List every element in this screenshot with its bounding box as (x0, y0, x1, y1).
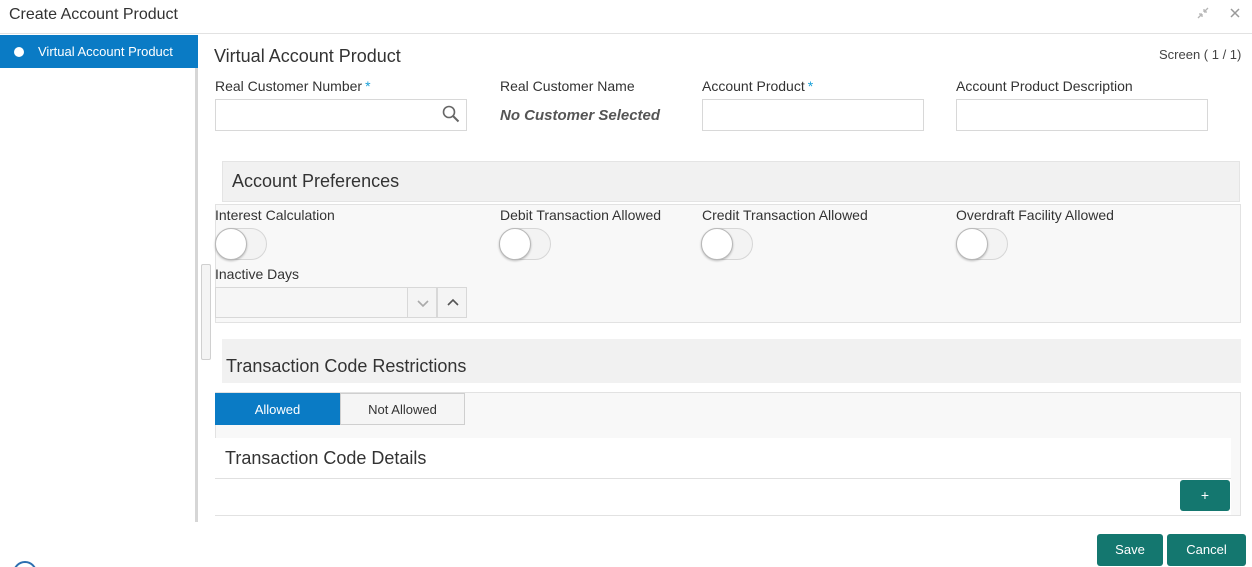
tab-allowed[interactable]: Allowed (215, 393, 340, 425)
debit-transaction-allowed-toggle[interactable] (499, 228, 551, 260)
screen-counter: Screen ( 1 / 1) (1159, 47, 1242, 62)
account-product-description-input[interactable] (956, 99, 1208, 131)
account-product-label-text: Account Product (702, 78, 805, 94)
chevron-up-icon[interactable] (437, 287, 467, 318)
inactive-days-input[interactable] (215, 287, 408, 318)
save-button[interactable]: Save (1097, 534, 1163, 566)
active-dot-icon (14, 47, 24, 57)
credit-transaction-allowed-label: Credit Transaction Allowed (702, 207, 868, 223)
window-titlebar: Create Account Product (0, 0, 1252, 34)
account-preferences-title: Account Preferences (232, 171, 400, 191)
toggle-knob (215, 228, 247, 260)
transaction-code-restrictions-title: Transaction Code Restrictions (226, 356, 467, 376)
sidebar: Virtual Account Product (0, 35, 198, 522)
overdraft-facility-allowed-label: Overdraft Facility Allowed (956, 207, 1114, 223)
account-product-label: Account Product * (702, 78, 813, 94)
real-customer-number-label-text: Real Customer Number (215, 78, 363, 94)
window-title: Create Account Product (9, 6, 178, 23)
real-customer-name-value: No Customer Selected (500, 107, 661, 124)
toggle-knob (956, 228, 988, 260)
interest-calculation-toggle[interactable] (215, 228, 267, 260)
minimize-icon[interactable] (1196, 6, 1210, 23)
chevron-down-icon[interactable] (407, 287, 437, 318)
toggle-knob (499, 228, 531, 260)
required-marker: * (807, 78, 814, 94)
panel-resize-handle[interactable] (201, 264, 211, 360)
interest-calculation-label: Interest Calculation (215, 207, 335, 223)
required-marker: * (365, 78, 371, 94)
overdraft-facility-allowed-toggle[interactable] (956, 228, 1008, 260)
account-product-description-label: Account Product Description (956, 78, 1133, 94)
debit-transaction-allowed-label: Debit Transaction Allowed (500, 207, 662, 223)
sidebar-item-virtual-account-product[interactable]: Virtual Account Product (0, 35, 198, 68)
inactive-days-label: Inactive Days (215, 266, 300, 282)
close-icon[interactable] (1229, 6, 1241, 22)
page-title: Virtual Account Product (214, 46, 401, 66)
sidebar-item-label: Virtual Account Product (38, 44, 173, 59)
credit-transaction-allowed-toggle[interactable] (701, 228, 753, 260)
transaction-code-details-body (215, 479, 1231, 515)
cancel-button[interactable]: Cancel (1167, 534, 1246, 566)
search-icon[interactable] (441, 104, 461, 124)
help-icon[interactable] (13, 561, 37, 567)
tab-not-allowed[interactable]: Not Allowed (340, 393, 465, 425)
real-customer-name-label: Real Customer Name (500, 78, 635, 94)
real-customer-number-input[interactable] (215, 99, 467, 131)
transaction-code-details-title: Transaction Code Details (225, 448, 427, 468)
account-product-input[interactable] (702, 99, 924, 131)
real-customer-number-label: Real Customer Number * (215, 78, 371, 94)
add-row-button[interactable]: + (1180, 480, 1230, 511)
toggle-knob (701, 228, 733, 260)
